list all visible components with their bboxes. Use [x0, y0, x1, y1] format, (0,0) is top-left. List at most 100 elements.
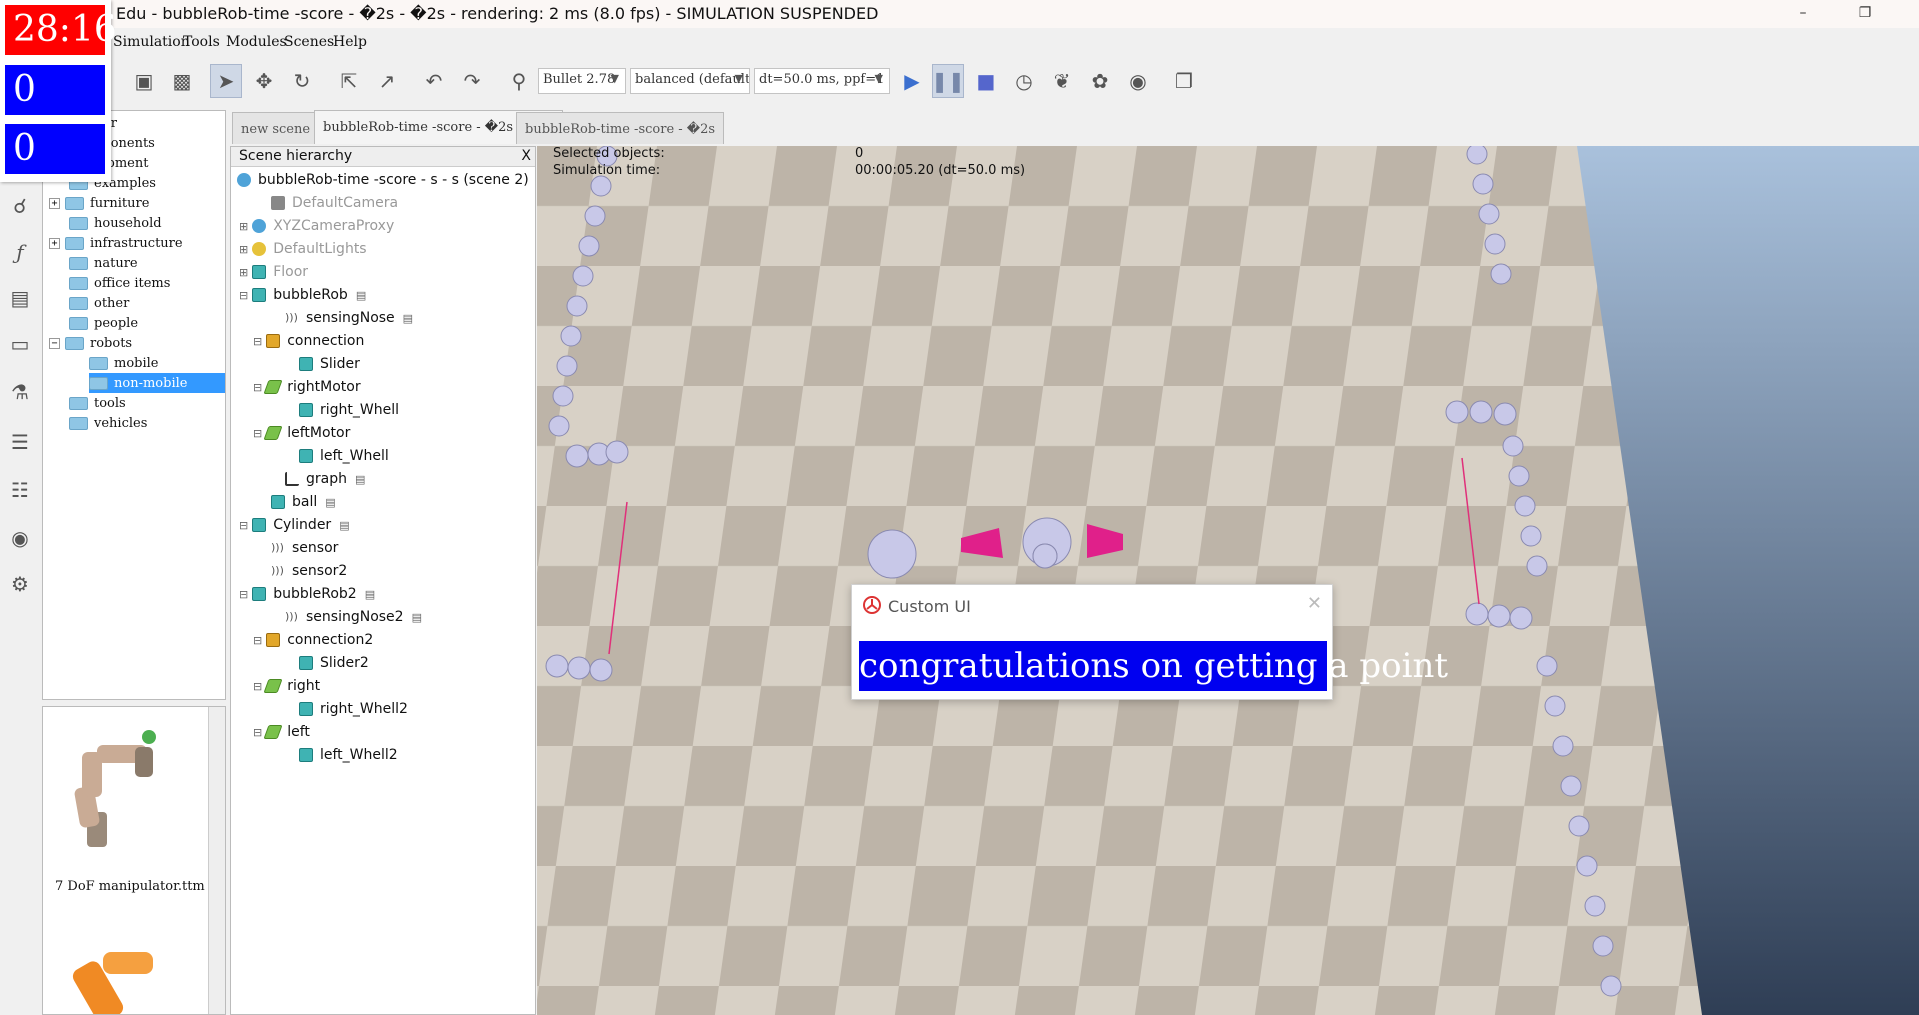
force-sensor-icon [266, 334, 281, 348]
search-icon[interactable]: ☌ [5, 188, 35, 224]
scene-tabs: new scene bubbleRob-time -score - �2s - … [230, 110, 725, 146]
object-rotate-icon[interactable]: ↻ [286, 64, 318, 98]
hierarchy-item[interactable]: right_Whell2 [299, 698, 408, 720]
browser-item-vehicles[interactable]: vehicles [65, 413, 147, 433]
window-title: Edu - bubbleRob-time -score - �2s - �2s … [116, 4, 879, 23]
undo-icon[interactable]: ↶ [418, 64, 450, 98]
tab-new-scene[interactable]: new scene [232, 112, 320, 144]
browser-item-furniture[interactable]: + furniture [49, 193, 149, 213]
score-panel: 28:16 0 0 [0, 0, 117, 182]
hierarchy-item[interactable]: left_Whell [299, 445, 389, 467]
hierarchy-item[interactable]: ))) sensingNose ▤ [285, 307, 413, 329]
play-icon[interactable]: ▶ [896, 64, 928, 98]
hierarchy-item[interactable]: ⊟ connection [253, 330, 364, 352]
script-icon[interactable]: ▤ [325, 496, 335, 509]
script-icon[interactable]: ▤ [365, 588, 375, 601]
menu-help[interactable]: Help [333, 34, 367, 50]
hierarchy-item[interactable]: right_Whell [299, 399, 399, 421]
engine-icon[interactable]: ⚲ [503, 64, 535, 98]
hierarchy-item[interactable]: left_Whell2 [299, 744, 398, 766]
hierarchy-item[interactable]: graph ▤ [285, 468, 365, 490]
expand-icon[interactable]: + [49, 237, 60, 249]
hierarchy-item[interactable]: Slider2 [299, 652, 369, 674]
settings-icon[interactable]: ⚙ [5, 566, 35, 602]
minimize-button[interactable]: – [1780, 0, 1826, 28]
browser-item-people[interactable]: people [65, 313, 138, 333]
hierarchy-item[interactable]: ))) sensor [271, 537, 338, 559]
camera-fit-icon[interactable]: ▣ [128, 64, 160, 98]
redo-icon[interactable]: ↷ [456, 64, 488, 98]
tab-bubblerob[interactable]: bubbleRob-time -score - �2s [516, 112, 725, 144]
expand-icon[interactable]: + [49, 197, 60, 209]
hierarchy-item[interactable]: ⊞ XYZCameraProxy [239, 215, 394, 237]
camera-shift-icon[interactable]: ▩ [166, 64, 198, 98]
hierarchy-root[interactable]: bubbleRob-time -score - s - s (scene 2)▤ [237, 169, 535, 191]
menu-tools[interactable]: Tools [183, 34, 220, 50]
hierarchy-item[interactable]: ⊟ bubbleRob ▤ [239, 284, 366, 306]
hierarchy-item[interactable]: Slider [299, 353, 360, 375]
transfer-dna-icon[interactable]: ↗ [371, 64, 403, 98]
scene-viewport[interactable]: Selected objects: Simulation time: 0 00:… [537, 146, 1919, 1015]
hierarchy-item[interactable]: ⊟ right [253, 675, 320, 697]
collapse-icon[interactable]: − [49, 337, 60, 349]
script-icon[interactable]: ▤ [355, 473, 365, 486]
robot-icon[interactable]: ⚗ [5, 374, 35, 410]
folder-icon [69, 216, 88, 230]
restore-button[interactable]: ❐ [1842, 0, 1888, 28]
script-icon[interactable]: ▤ [412, 611, 422, 624]
film-icon[interactable]: ◉ [5, 520, 35, 556]
realtime-icon[interactable]: ◷ [1008, 64, 1040, 98]
stop-icon[interactable]: ■ [970, 64, 1002, 98]
browser-item-robots[interactable]: − robots [49, 333, 132, 353]
engine-select[interactable]: Bullet 2.78 ▼ [538, 68, 626, 94]
script-icon[interactable]: ▤ [339, 519, 349, 532]
object-shift-icon[interactable]: ✥ [248, 64, 280, 98]
browser-item-infrastructure[interactable]: + infrastructure [49, 233, 183, 253]
slower-icon[interactable]: ❦ [1046, 64, 1078, 98]
hierarchy-item[interactable]: ⊞ Floor [239, 261, 308, 283]
browser-item-mobile[interactable]: mobile [89, 353, 158, 373]
visualization-icon[interactable]: ◉ [1122, 64, 1154, 98]
menu-scenes[interactable]: Scenes [284, 34, 334, 50]
page-selector-icon[interactable]: ❐ [1168, 64, 1200, 98]
assemble-icon[interactable]: ⇱ [333, 64, 365, 98]
hierarchy-item[interactable]: ⊟ left [253, 721, 310, 743]
menu-modules[interactable]: Modules [226, 34, 287, 50]
hierarchy-item[interactable]: ⊟ Cylinder ▤ [239, 514, 350, 536]
hierarchy-close-button[interactable]: X [521, 148, 531, 164]
hierarchy-item[interactable]: ⊞ DefaultLights [239, 238, 367, 260]
browser-item-office-items[interactable]: office items [65, 273, 170, 293]
list-icon[interactable]: ☰ [5, 424, 35, 460]
faster-icon[interactable]: ✿ [1084, 64, 1116, 98]
dialog-close-button[interactable]: ✕ [1307, 593, 1322, 614]
shape-edit-icon[interactable]: ▭ [5, 326, 35, 362]
manipulator-thumbnail-2[interactable] [63, 942, 163, 1015]
function-icon[interactable]: ƒ [5, 234, 35, 270]
hierarchy-item[interactable]: ⊟ leftMotor [253, 422, 350, 444]
browser-item-household[interactable]: household [65, 213, 162, 233]
timestep-select[interactable]: dt=50.0 ms, ppf=1 ▼ [754, 68, 890, 94]
joint-icon [263, 679, 283, 693]
browser-item-non-mobile[interactable]: non-mobile [89, 373, 225, 393]
thumbs-scrollbar[interactable] [208, 707, 225, 1014]
layers-icon[interactable]: ☷ [5, 472, 35, 508]
script-icon[interactable]: ▤ [5, 280, 35, 316]
script-icon[interactable]: ▤ [403, 312, 413, 325]
pause-icon[interactable]: ❚❚ [931, 64, 965, 98]
hierarchy-item[interactable]: DefaultCamera [271, 192, 398, 214]
browser-item-tools[interactable]: tools [65, 393, 126, 413]
menu-simulation[interactable]: Simulation [113, 34, 190, 50]
accuracy-select[interactable]: balanced (default) ▼ [630, 68, 750, 94]
hierarchy-item[interactable]: ball ▤ [271, 491, 336, 513]
browser-item-nature[interactable]: nature [65, 253, 138, 273]
click-select-icon[interactable]: ➤ [210, 64, 242, 98]
hierarchy-item[interactable]: ))) sensor2 [271, 560, 347, 582]
hierarchy-item[interactable]: ))) sensingNose2 ▤ [285, 606, 422, 628]
hierarchy-item[interactable]: ⊟ connection2 [253, 629, 373, 651]
script-icon[interactable]: ▤ [356, 289, 366, 302]
folder-icon [65, 336, 84, 350]
hierarchy-item[interactable]: ⊟ bubbleRob2 ▤ [239, 583, 375, 605]
browser-item-other[interactable]: other [65, 293, 129, 313]
manipulator-thumbnail[interactable] [57, 717, 167, 857]
hierarchy-item[interactable]: ⊟ rightMotor [253, 376, 361, 398]
